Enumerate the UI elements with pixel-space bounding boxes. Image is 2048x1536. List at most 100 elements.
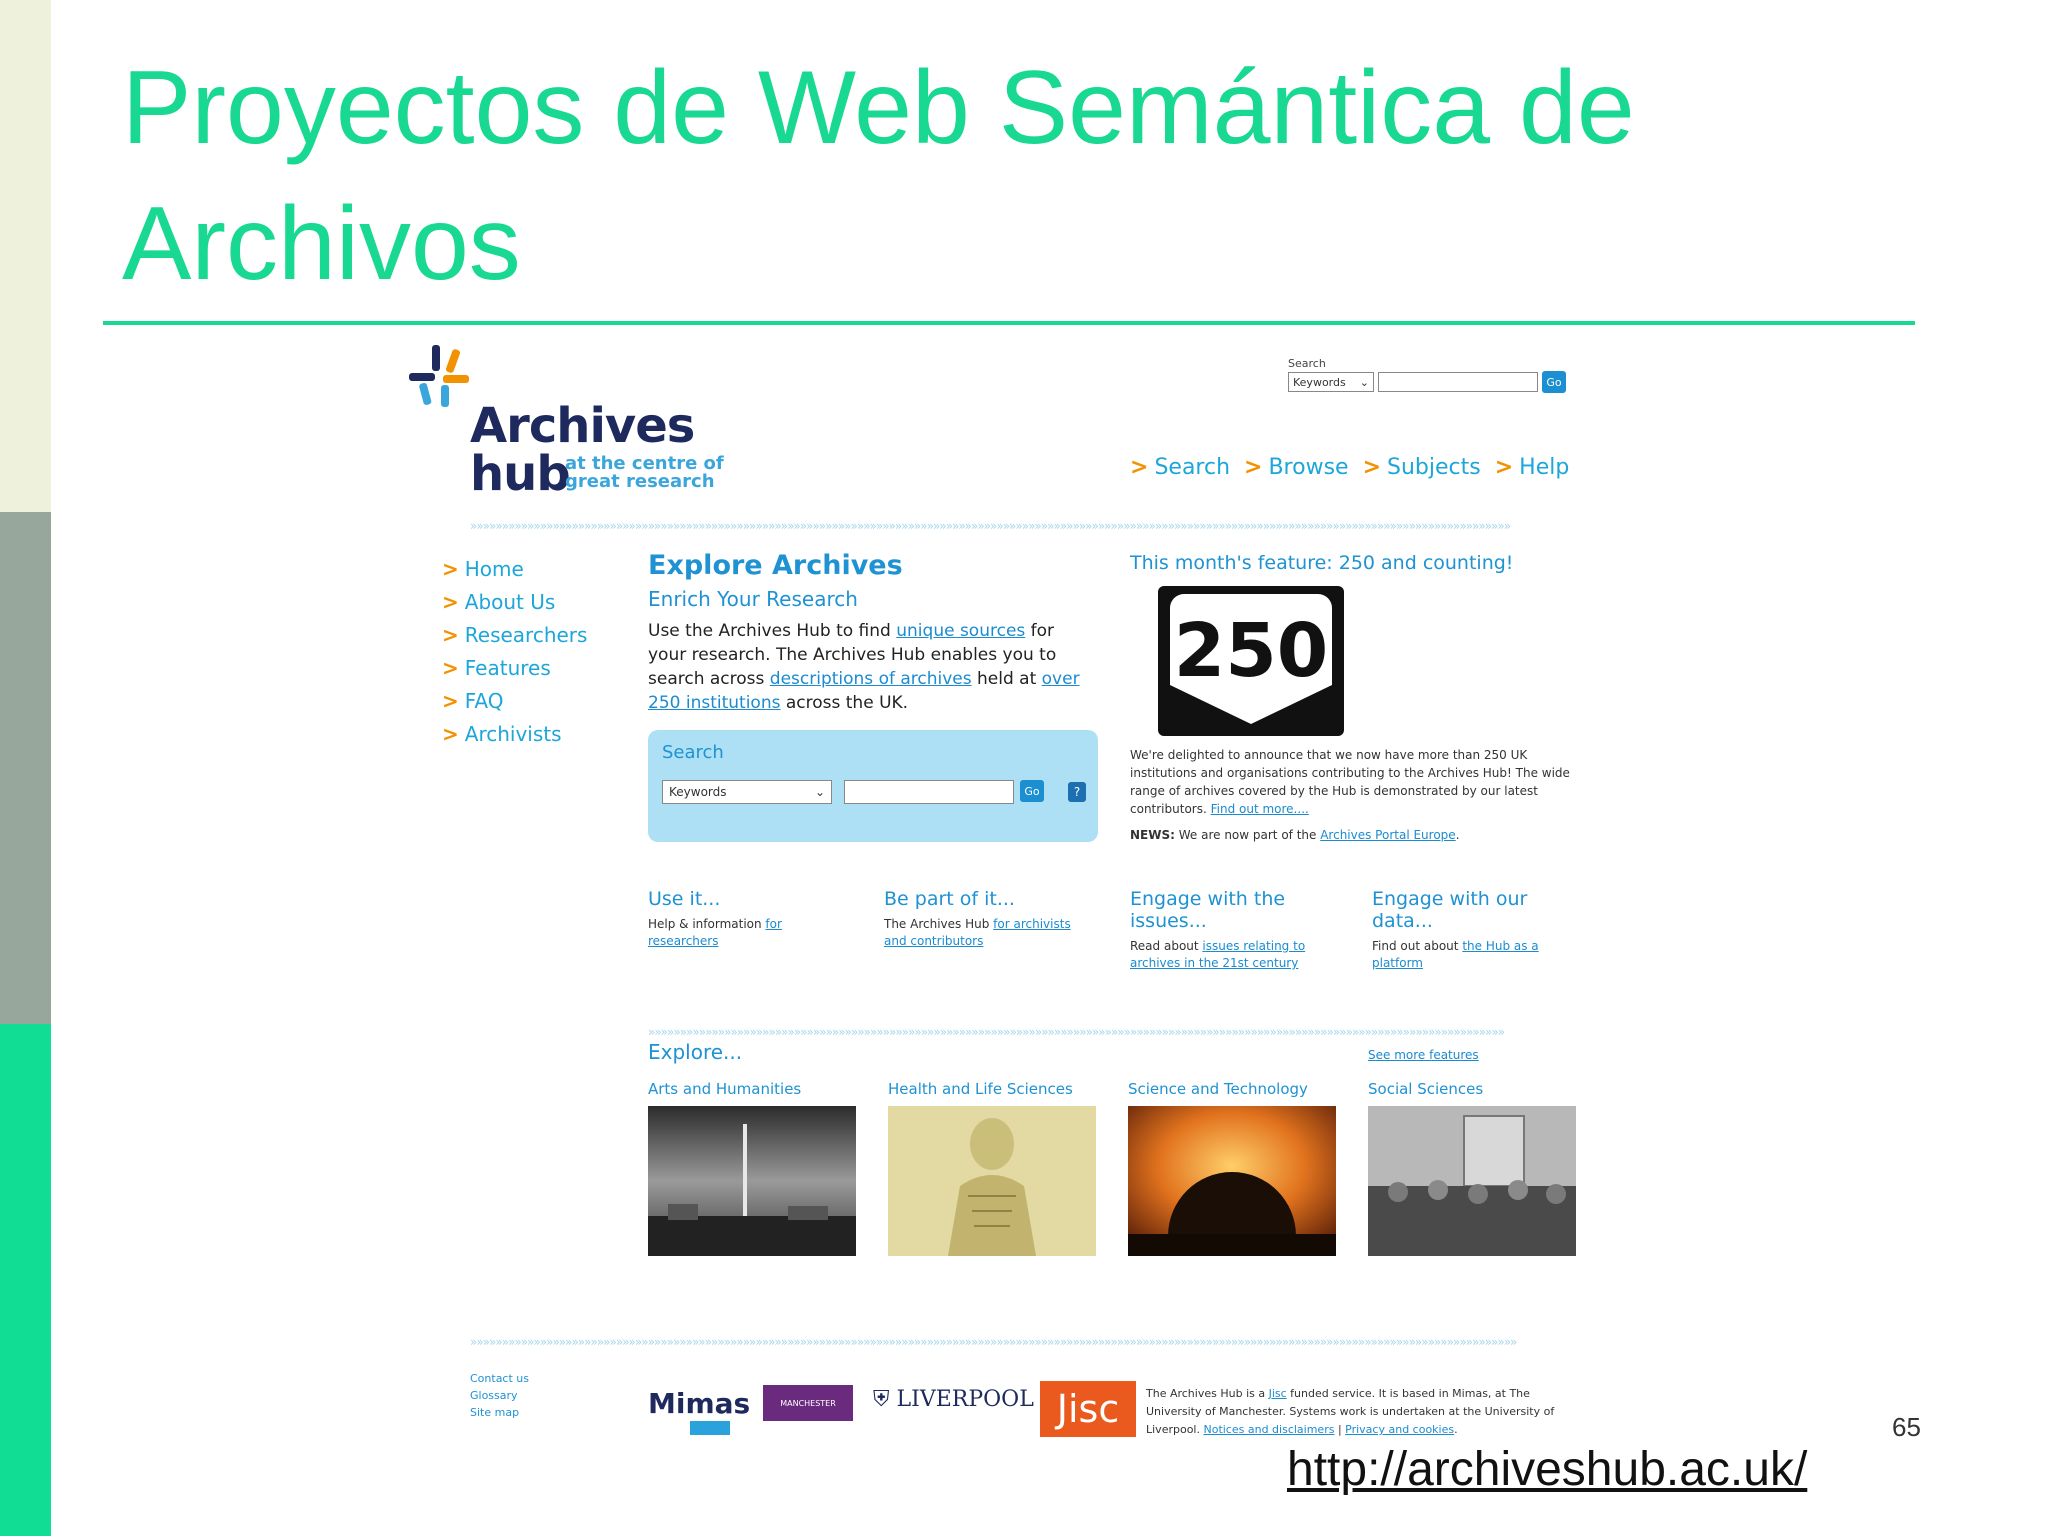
main-search-label: Search: [662, 742, 724, 763]
feature-title: This month's feature: 250 and counting!: [1130, 552, 1514, 574]
intro-text-1: Use the Archives Hub to find: [648, 621, 897, 641]
category-label: Arts and Humanities: [648, 1080, 802, 1098]
arrow-icon: >: [1494, 455, 1514, 480]
find-out-more-link[interactable]: Find out more....: [1211, 802, 1309, 816]
archives-hub-screenshot: Archives hub at the centre of great rese…: [400, 335, 1600, 1460]
feature-text: We're delighted to announce that we now …: [1130, 746, 1590, 818]
search-help-icon[interactable]: ?: [1068, 782, 1086, 802]
explore-heading: Explore...: [648, 1040, 743, 1064]
enrich-research-subheading: Enrich Your Research: [648, 587, 858, 611]
main-search-type-select[interactable]: Keywords ⌄: [662, 780, 832, 804]
news-end: .: [1455, 828, 1460, 842]
top-search-input[interactable]: [1378, 372, 1538, 392]
slide-sidebar-bottom: [0, 1024, 51, 1536]
mimas-logo[interactable]: Mimas: [648, 1387, 750, 1420]
left-nav-home[interactable]: > Home: [442, 553, 587, 586]
top-search-select-value: Keywords: [1293, 375, 1346, 389]
left-nav: > Home > About Us > Researchers > Features >…: [442, 553, 587, 751]
top-search-label: Search: [1288, 357, 1326, 370]
info-columns: Use it... Help & information for researc…: [648, 888, 1588, 978]
left-nav-label: Features: [464, 656, 551, 680]
notices-disclaimers-link[interactable]: Notices and disclaimers: [1203, 1423, 1334, 1436]
logo-tagline-line2: great research: [565, 471, 715, 492]
main-search-go-button[interactable]: Go: [1020, 780, 1044, 802]
chevron-down-icon: ⌄: [1359, 375, 1369, 389]
privacy-cookies-link[interactable]: Privacy and cookies: [1345, 1423, 1454, 1436]
hub-logo-icon: [409, 345, 469, 407]
column-body: The Archives Hub: [884, 917, 994, 931]
unique-sources-link[interactable]: unique sources: [896, 621, 1025, 641]
footer-link-glossary[interactable]: Glossary: [470, 1387, 529, 1404]
column-text: Find out about the Hub as a platform: [1372, 938, 1577, 972]
arrow-icon: >: [1362, 455, 1382, 480]
nav-item-label: Search: [1154, 455, 1231, 480]
left-nav-archivists[interactable]: > Archivists: [442, 718, 587, 751]
column-heading: Be part of it...: [884, 888, 1015, 910]
mimas-logo-text: Mimas: [648, 1387, 751, 1420]
column-body: Read about: [1130, 939, 1203, 953]
main-search-input[interactable]: [844, 780, 1014, 804]
chevron-divider: »»»»»»»»»»»»»»»»»»»»»»»»»»»»»»»»»»»»»»»»…: [470, 519, 1511, 533]
category-health-life-sciences[interactable]: Health and Life Sciences: [888, 1080, 1096, 1260]
nav-item-search[interactable]: > Search: [1130, 455, 1230, 480]
archives-hub-logo[interactable]: Archives hub at the centre of great rese…: [405, 343, 745, 502]
arrow-icon: >: [442, 722, 459, 746]
manchester-logo[interactable]: MANCHESTER: [763, 1385, 853, 1421]
category-label: Social Sciences: [1368, 1080, 1484, 1098]
category-arts-humanities[interactable]: Arts and Humanities: [648, 1080, 856, 1260]
top-search-go-button[interactable]: Go: [1542, 371, 1566, 393]
column-be-part-of-it: Be part of it... The Archives Hub for ar…: [884, 888, 1089, 950]
footer-text-1: The Archives Hub is a: [1146, 1387, 1269, 1400]
category-social-sciences[interactable]: Social Sciences: [1368, 1080, 1576, 1260]
telescope-sunset-photo: [1128, 1106, 1336, 1256]
mimas-logo-bar: [690, 1421, 730, 1435]
feature-body: We're delighted to announce that we now …: [1130, 748, 1570, 816]
arrow-icon: >: [1244, 455, 1263, 480]
left-nav-researchers[interactable]: > Researchers: [442, 619, 587, 652]
nav-item-subjects[interactable]: > Subjects: [1363, 455, 1481, 480]
nav-item-browse[interactable]: > Browse: [1244, 455, 1349, 480]
jisc-link[interactable]: Jisc: [1269, 1387, 1287, 1400]
arrow-icon: >: [442, 689, 459, 713]
jisc-logo[interactable]: Jisc: [1040, 1381, 1136, 1437]
title-divider: [103, 321, 1915, 325]
slide-sidebar-middle: [0, 512, 51, 1024]
column-heading: Engage with the issues...: [1130, 888, 1286, 932]
column-text: Read about issues relating to archives i…: [1130, 938, 1335, 972]
descriptions-of-archives-link[interactable]: descriptions of archives: [770, 669, 972, 689]
archives-hub-url-link[interactable]: http://archiveshub.ac.uk/: [1287, 1442, 1807, 1497]
crowd-banner-photo: [1368, 1106, 1576, 1256]
chevron-divider: »»»»»»»»»»»»»»»»»»»»»»»»»»»»»»»»»»»»»»»»…: [648, 1025, 1505, 1039]
slide-title: Proyectos de Web Semántica de Archivos: [122, 50, 1635, 302]
monthly-feature: This month's feature: 250 and counting! …: [1130, 552, 1590, 842]
footer-text-end: .: [1454, 1423, 1458, 1436]
arrow-icon: >: [442, 590, 459, 614]
category-science-technology[interactable]: Science and Technology: [1128, 1080, 1336, 1260]
column-text: The Archives Hub for archivists and cont…: [884, 916, 1089, 950]
nav-item-label: Subjects: [1387, 455, 1481, 480]
footer-link-contact[interactable]: Contact us: [470, 1370, 529, 1387]
route-250-badge-icon[interactable]: 250: [1158, 586, 1344, 736]
top-search-type-select[interactable]: Keywords ⌄: [1288, 372, 1374, 392]
chevron-down-icon: ⌄: [814, 785, 825, 799]
left-nav-label: Home: [464, 557, 524, 581]
footer-text: The Archives Hub is a Jisc funded servic…: [1146, 1385, 1566, 1439]
column-body: Help & information: [648, 917, 766, 931]
left-nav-about-us[interactable]: > About Us: [442, 586, 587, 619]
column-engage-data: Engage with our data... Find out about t…: [1372, 888, 1577, 972]
arrow-icon: >: [442, 623, 459, 647]
left-nav-features[interactable]: > Features: [442, 652, 587, 685]
liverpool-logo[interactable]: ⛨ LIVERPOOL: [873, 1387, 1034, 1412]
nav-item-label: Help: [1519, 455, 1570, 480]
footer-link-site-map[interactable]: Site map: [470, 1404, 529, 1421]
left-nav-faq[interactable]: > FAQ: [442, 685, 587, 718]
intro-text-4: across the UK.: [780, 693, 909, 713]
arrow-icon: >: [442, 557, 459, 581]
news-text: We are now part of the: [1174, 828, 1321, 842]
archives-portal-europe-link[interactable]: Archives Portal Europe: [1320, 828, 1455, 842]
column-body: Find out about: [1372, 939, 1463, 953]
top-search: Search Keywords ⌄ Go: [1288, 357, 1588, 393]
chevron-divider: »»»»»»»»»»»»»»»»»»»»»»»»»»»»»»»»»»»»»»»»…: [470, 1335, 1517, 1349]
nav-item-help[interactable]: > Help: [1495, 455, 1570, 480]
see-more-features-link[interactable]: See more features: [1368, 1048, 1479, 1062]
